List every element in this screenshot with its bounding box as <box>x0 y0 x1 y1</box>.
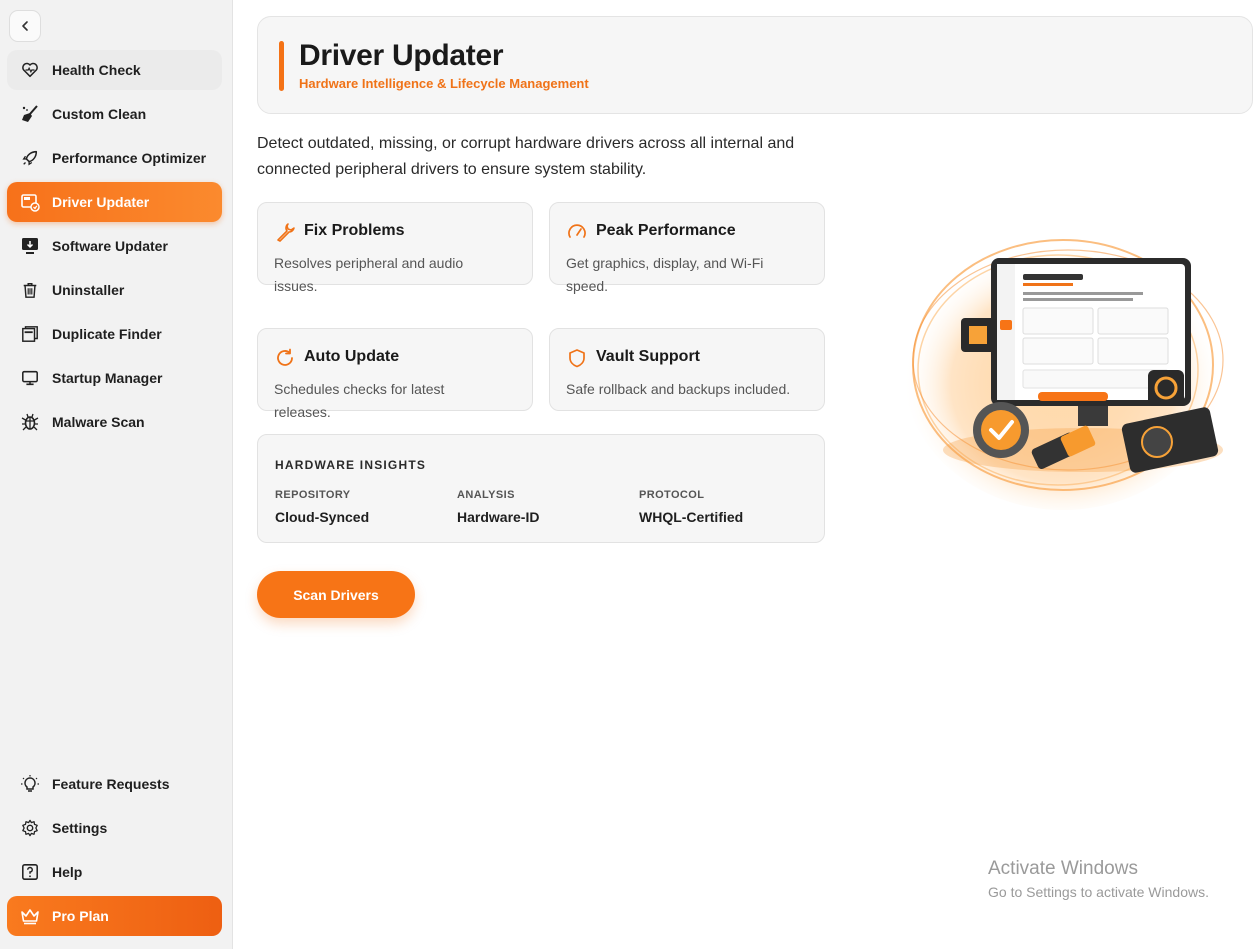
feature-title: Peak Performance <box>596 222 736 239</box>
sidebar-item-label: Settings <box>52 820 108 836</box>
sidebar-item-performance-optimizer[interactable]: Performance Optimizer <box>7 138 222 178</box>
sidebar-item-driver-updater[interactable]: Driver Updater <box>7 182 222 222</box>
watermark-line-2: Go to Settings to activate Windows. <box>988 884 1209 900</box>
sidebar-item-help[interactable]: Help <box>7 852 222 892</box>
feature-card-peak-performance: Peak Performance Get graphics, display, … <box>549 202 825 294</box>
sidebar-item-feature-requests[interactable]: Feature Requests <box>7 764 222 804</box>
wrench-icon <box>277 223 295 242</box>
feature-description: Safe rollback and backups included. <box>566 381 791 397</box>
insights-title: HARDWARE INSIGHTS <box>275 458 427 472</box>
page-header: Driver Updater Hardware Intelligence & L… <box>257 16 1253 114</box>
insight-repository: REPOSITORY Cloud-Synced <box>275 489 369 525</box>
sidebar-item-label: Help <box>52 864 83 880</box>
feature-description: Resolves peripheral and audio issues. <box>274 255 464 294</box>
sidebar-item-label: Performance Optimizer <box>52 150 207 166</box>
pro-plan-button[interactable]: Pro Plan <box>7 896 222 936</box>
gauge-icon <box>568 224 586 238</box>
sidebar-item-label: Duplicate Finder <box>52 326 162 342</box>
back-button[interactable] <box>9 10 41 42</box>
sidebar-item-label: Health Check <box>52 62 141 78</box>
insight-analysis: ANALYSIS Hardware-ID <box>457 489 539 525</box>
feature-title: Vault Support <box>596 348 700 365</box>
windows-activation-watermark: Activate Windows Go to Settings to activ… <box>988 858 1209 900</box>
watermark-line-1: Activate Windows <box>988 858 1138 879</box>
sidebar-item-uninstaller[interactable]: Uninstaller <box>7 270 222 310</box>
chevron-left-icon <box>22 21 28 31</box>
header-accent-bar <box>279 41 284 91</box>
sidebar-item-duplicate-finder[interactable]: Duplicate Finder <box>7 314 222 354</box>
driver-icon <box>20 192 40 212</box>
sidebar: Health Check Custom Clean Performance Op… <box>0 0 233 949</box>
crown-icon <box>20 906 40 926</box>
monitor-icon <box>20 368 40 388</box>
feature-description: Schedules checks for latest releases. <box>274 381 445 420</box>
sidebar-item-label: Startup Manager <box>52 370 163 386</box>
heart-icon <box>20 60 40 80</box>
feature-card-auto-update: Auto Update Schedules checks for latest … <box>257 328 533 420</box>
gear-icon <box>20 818 40 838</box>
insight-label: ANALYSIS <box>457 489 515 501</box>
sidebar-item-custom-clean[interactable]: Custom Clean <box>7 94 222 134</box>
scan-drivers-button[interactable]: Scan Drivers <box>257 571 415 618</box>
page-description: Detect outdated, missing, or corrupt har… <box>257 135 795 178</box>
sidebar-item-label: Feature Requests <box>52 776 170 792</box>
sidebar-nav-top: Health Check Custom Clean Performance Op… <box>7 50 222 446</box>
monitor-download-icon <box>20 236 40 256</box>
sidebar-item-label: Uninstaller <box>52 282 125 298</box>
sidebar-item-settings[interactable]: Settings <box>7 808 222 848</box>
bug-icon <box>20 412 40 432</box>
refresh-icon <box>277 348 293 366</box>
feature-title: Auto Update <box>304 348 400 365</box>
feature-card-fix-problems: Fix Problems Resolves peripheral and aud… <box>257 202 533 294</box>
lightbulb-icon <box>20 774 40 794</box>
hardware-insights-panel: HARDWARE INSIGHTS REPOSITORY Cloud-Synce… <box>257 434 825 543</box>
page-subtitle: Hardware Intelligence & Lifecycle Manage… <box>299 76 589 91</box>
driver-updater-illustration <box>903 230 1224 510</box>
shield-icon <box>569 349 585 368</box>
main-content: Driver Updater Hardware Intelligence & L… <box>233 0 1260 949</box>
insight-label: PROTOCOL <box>639 489 705 501</box>
sidebar-item-software-updater[interactable]: Software Updater <box>7 226 222 266</box>
rocket-icon <box>20 148 40 168</box>
sidebar-item-label: Driver Updater <box>52 194 150 210</box>
broom-icon <box>20 104 40 124</box>
trash-icon <box>20 280 40 300</box>
insight-value: Hardware-ID <box>457 509 540 525</box>
duplicate-icon <box>20 324 40 344</box>
help-icon <box>20 862 40 882</box>
sidebar-nav-bottom: Feature Requests Settings Help Pro Plan <box>7 764 222 940</box>
insight-protocol: PROTOCOL WHQL-Certified <box>639 489 743 525</box>
sidebar-item-label: Software Updater <box>52 238 168 254</box>
insight-value: WHQL-Certified <box>639 509 744 525</box>
insight-value: Cloud-Synced <box>275 509 370 525</box>
sidebar-item-health-check[interactable]: Health Check <box>7 50 222 90</box>
sidebar-item-label: Malware Scan <box>52 414 145 430</box>
sidebar-item-label: Custom Clean <box>52 106 147 122</box>
feature-title: Fix Problems <box>304 222 405 239</box>
sidebar-item-startup-manager[interactable]: Startup Manager <box>7 358 222 398</box>
sidebar-item-malware-scan[interactable]: Malware Scan <box>7 402 222 442</box>
feature-card-vault-support: Vault Support Safe rollback and backups … <box>549 328 825 411</box>
insight-label: REPOSITORY <box>275 489 351 501</box>
sidebar-item-label: Pro Plan <box>52 908 109 924</box>
feature-description: Get graphics, display, and Wi-Fi speed. <box>566 255 764 294</box>
page-title: Driver Updater <box>299 39 504 72</box>
